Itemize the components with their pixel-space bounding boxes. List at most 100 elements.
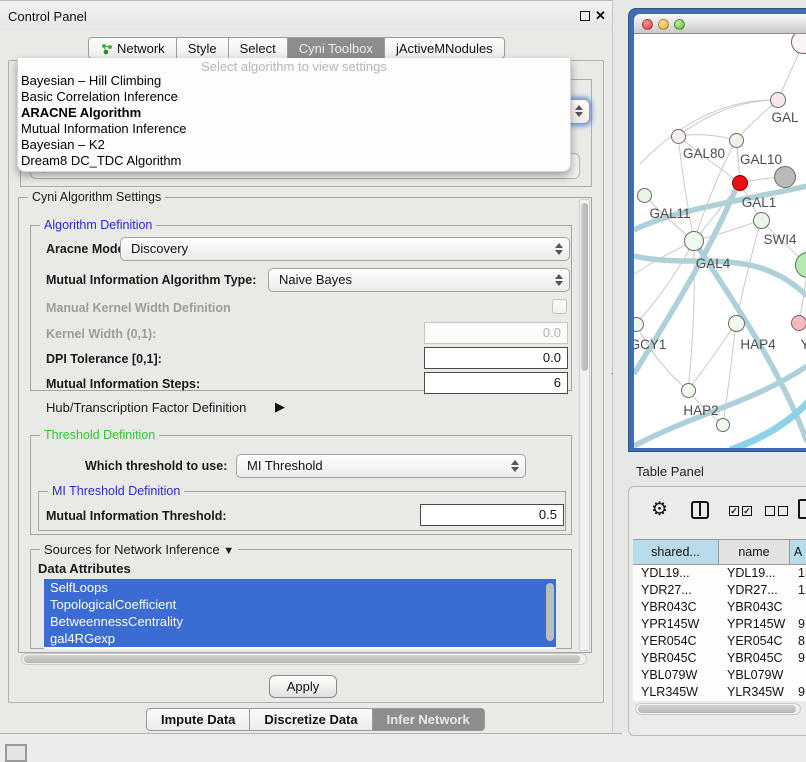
unchecked-checkbox-icon[interactable] [765,506,775,516]
combo-arrows-icon [553,241,565,257]
tab-cyni-toolbox[interactable]: Cyni Toolbox [287,37,385,59]
column-header[interactable]: name [719,540,790,564]
network-node-gal11[interactable] [637,188,652,203]
network-node[interactable] [716,418,730,432]
network-node-gal[interactable] [770,92,786,108]
aracne-mode-combobox[interactable]: Discovery [120,237,570,261]
table-cell: 12 [790,582,806,599]
table-horizontal-scrollbar[interactable] [635,703,801,715]
tab-impute-data[interactable]: Impute Data [146,708,250,731]
algorithm-definition-title: Algorithm Definition [40,218,156,232]
table-cell: YDR27... [719,582,790,599]
columns-icon[interactable] [691,501,709,519]
settings-vertical-scrollbar[interactable] [579,199,590,651]
down-arrow-icon[interactable]: ▼ [223,545,234,557]
tab-network[interactable]: Network [88,37,177,59]
gear-icon[interactable]: ⚙ [651,498,668,521]
algorithm-option[interactable]: Dream8 DC_TDC Algorithm [18,153,570,169]
attributes-scrollbar[interactable] [546,583,554,641]
network-node[interactable] [774,166,796,188]
data-attribute-item[interactable]: BetweennessCentrality [44,613,556,630]
which-threshold-label: Which threshold to use: [85,459,227,473]
minimize-traffic-icon[interactable] [658,19,669,30]
network-window-titlebar[interactable] [634,14,806,34]
checked-checkbox-icon[interactable]: ✓ [729,506,739,516]
network-node-hap2[interactable] [681,383,696,398]
network-node-gcy1[interactable] [634,317,644,332]
table-rows: YDL19...YDL19...13YDR27...YDR27...12YBR0… [633,565,806,701]
table-row[interactable]: YPR145WYPR145W9. [633,616,806,633]
tab-style[interactable]: Style [176,37,229,59]
node-label: GAL11 [649,206,690,221]
tab-select[interactable]: Select [228,37,288,59]
table-row[interactable]: YBL079WYBL079W [633,667,806,684]
algorithm-option[interactable]: Basic Correlation Inference [18,89,570,105]
mi-threshold-field[interactable]: 0.5 [420,504,564,526]
tab-label: Cyni Toolbox [299,41,373,56]
unchecked-checkbox-icon[interactable] [778,506,788,516]
algorithm-option[interactable]: Mutual Information Inference [18,121,570,137]
network-node-gal80[interactable] [671,129,686,144]
algorithm-option[interactable]: Bayesian – K2 [18,137,570,153]
network-canvas[interactable]: GALGAL80GAL10GAL1GAL11SWI4GAL4GCY1HAP4YH… [634,34,806,448]
sources-title-text: Sources for Network Inference [44,542,220,557]
table-row[interactable]: YDR27...YDR27...12 [633,582,806,599]
checked-checkbox-icon[interactable]: ✓ [742,506,752,516]
dropdown-items: Bayesian – Hill ClimbingBasic Correlatio… [18,73,570,169]
table-cell: YLR345W [633,684,719,701]
tab-infer-network[interactable]: Infer Network [372,708,485,731]
network-node-hap4[interactable] [728,315,745,332]
data-attribute-item[interactable]: gal4RGexp [44,630,556,647]
sources-title: Sources for Network Inference ▼ [40,542,238,557]
which-threshold-combobox[interactable]: MI Threshold [236,454,526,478]
data-attributes-label: Data Attributes [38,561,131,576]
column-header[interactable]: shared... [633,540,719,564]
zoom-traffic-icon[interactable] [674,19,685,30]
algorithm-option[interactable]: Bayesian – Hill Climbing [18,73,570,89]
column-header[interactable]: A [790,540,806,564]
table-cell: 8. [790,633,806,650]
table-cell: 13 [790,565,806,582]
table-toolbar: ⚙ ✓ ✓ [629,495,806,531]
network-node-gal10[interactable] [729,133,744,148]
tab-label: Network [117,41,165,56]
tab-jactivemnodules[interactable]: jActiveMNodules [384,37,505,59]
document-icon[interactable] [798,499,806,519]
table-row[interactable]: YBR045CYBR045C9. [633,650,806,667]
tab-discretize-data[interactable]: Discretize Data [249,708,372,731]
apply-button[interactable]: Apply [269,675,337,698]
network-node-gal1[interactable] [732,175,748,191]
table-panel: ⚙ ✓ ✓ shared...nameA YDL19...YDL19...13Y… [628,486,806,736]
table-row[interactable]: YDL19...YDL19...13 [633,565,806,582]
settings-horizontal-scrollbar[interactable] [21,653,587,665]
table-cell: YDL19... [719,565,790,582]
dpi-tolerance-field[interactable]: 0.0 [424,347,568,369]
table-row[interactable]: YLR345WYLR345W9. [633,684,806,701]
tab-label: Select [240,41,276,56]
hub-definition-expander[interactable]: Hub/Transcription Factor Definition [46,400,246,415]
table-row[interactable]: YER054CYER054C8. [633,633,806,650]
which-threshold-value: MI Threshold [247,458,323,473]
algorithm-option[interactable]: ARACNE Algorithm [18,105,570,121]
table-row[interactable]: YBR043CYBR043C [633,599,806,616]
data-attribute-item[interactable]: TopologicalCoefficient [44,596,556,613]
right-arrow-icon[interactable]: ▶ [275,399,285,415]
close-icon[interactable]: ✕ [595,8,606,24]
data-attributes-list[interactable]: SelfLoopsTopologicalCoefficientBetweenne… [44,579,556,649]
manual-kernel-checkbox[interactable] [552,299,567,314]
float-window-icon[interactable] [580,11,590,21]
network-node-gal4[interactable] [684,231,704,251]
table-cell: YBR045C [719,650,790,667]
mi-type-label: Mutual Information Algorithm Type: [46,273,256,287]
table-cell [790,667,806,684]
tab-label: jActiveMNodules [396,41,493,56]
mi-steps-field[interactable]: 6 [424,372,568,394]
network-node-y[interactable] [791,315,806,331]
table-cell: 9. [790,684,806,701]
bottom-left-widget[interactable] [5,744,27,762]
network-node-swi4[interactable] [753,212,770,229]
close-traffic-icon[interactable] [642,19,653,30]
mi-type-combobox[interactable]: Naive Bayes [268,268,570,292]
data-attribute-item[interactable]: SelfLoops [44,579,556,596]
kernel-width-field[interactable]: 0.0 [424,322,568,344]
